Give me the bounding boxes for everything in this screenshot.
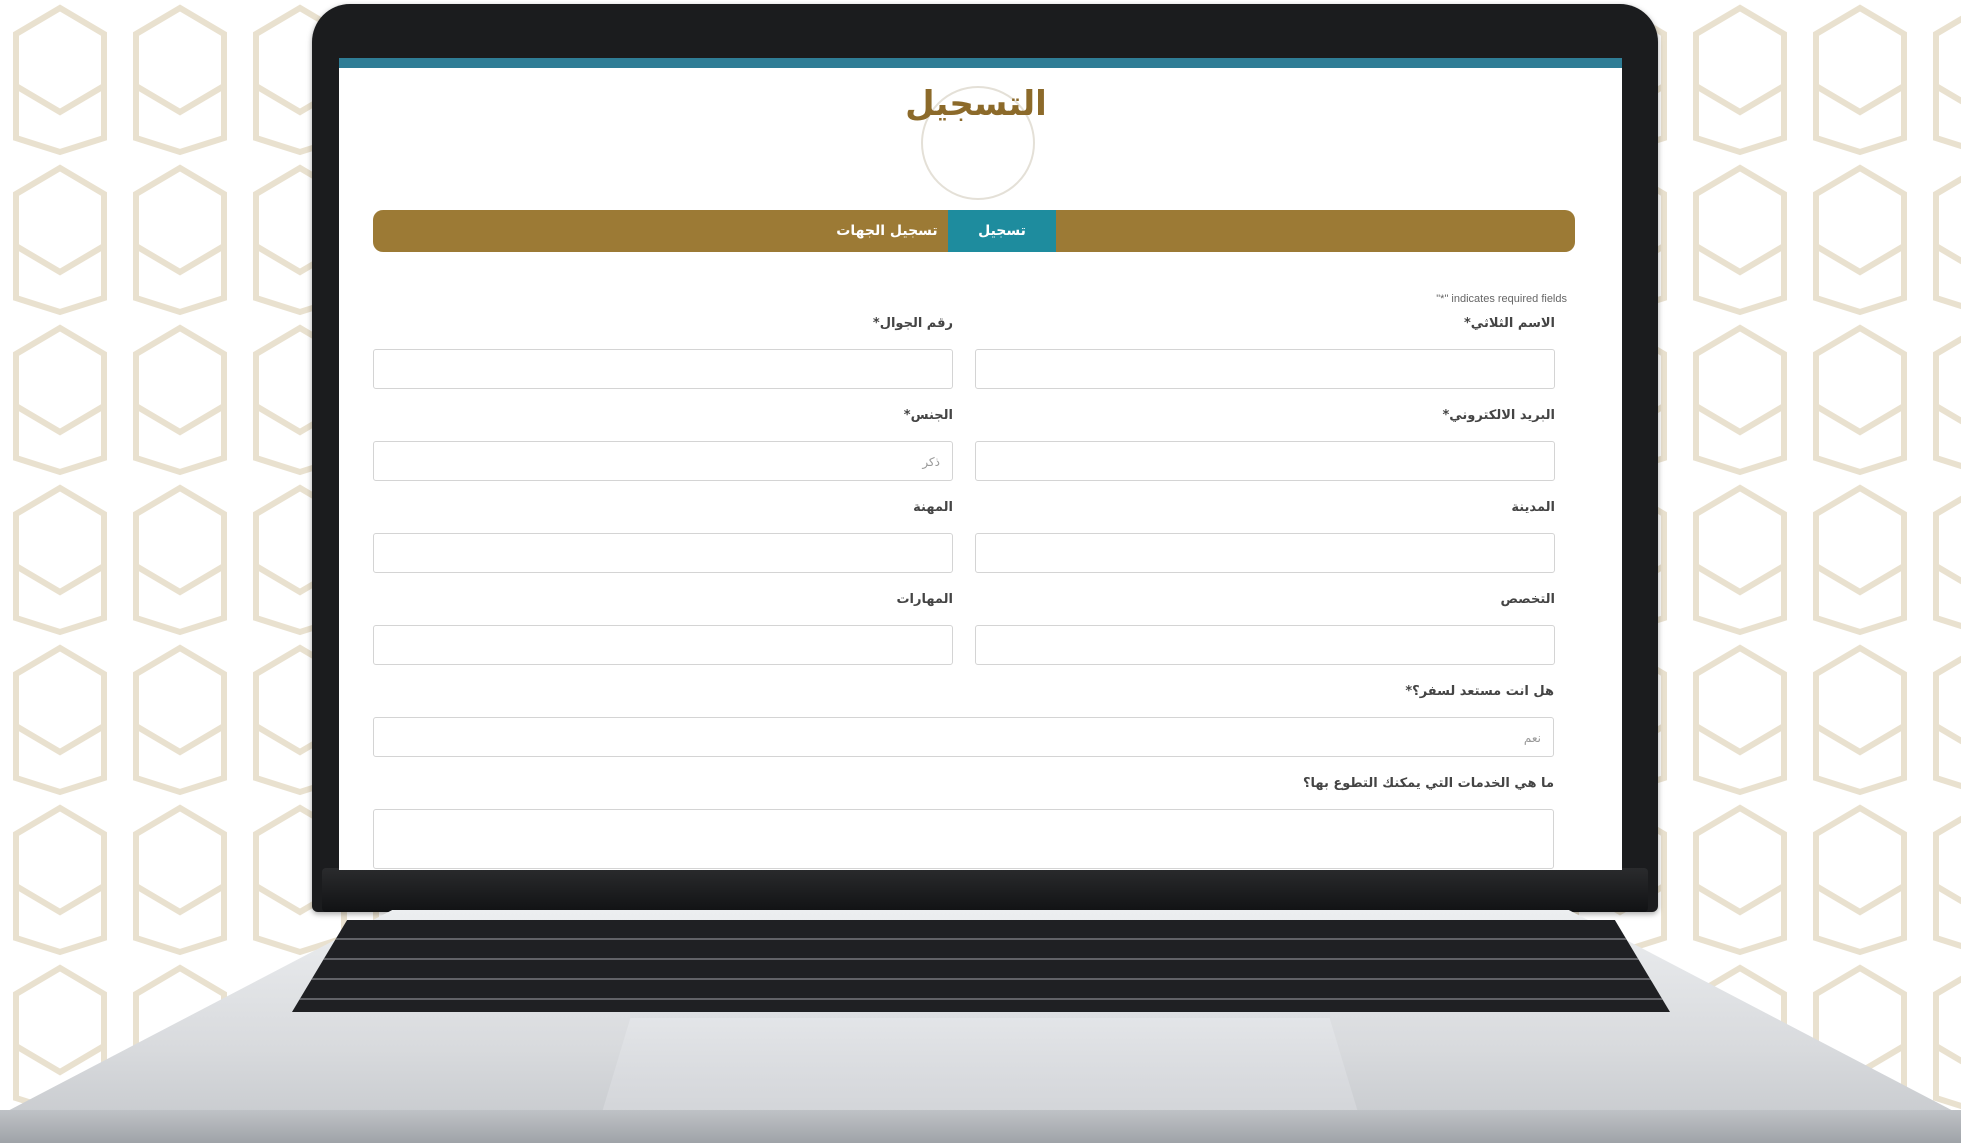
tab-volunteers-registration[interactable]: تسجيل المتطوعين [948, 210, 1056, 281]
logo: التسجيل [901, 76, 1051, 226]
required-fields-note: "*" indicates required fields [1436, 293, 1567, 305]
full-name-input[interactable] [975, 349, 1555, 389]
profession-group: المهنة [373, 500, 953, 573]
travel-ready-label: هل انت مستعد لسفر؟* [1405, 684, 1554, 699]
tab-entities-registration[interactable]: تسجيل الجهات [828, 210, 946, 252]
specialization-label: التخصص [1500, 592, 1555, 607]
laptop-trackpad [600, 1018, 1360, 1119]
registration-tab-bar: تسجيل المتطوعين تسجيل الجهات [373, 210, 1575, 281]
page-title: التسجيل [905, 84, 1047, 124]
full-name-group: الاسم الثلاثي* [975, 316, 1555, 389]
laptop-bezel [322, 868, 1648, 912]
gender-label: الجنس* [903, 408, 953, 423]
profession-label: المهنة [913, 500, 953, 515]
city-group: المدينة [975, 500, 1555, 573]
services-label: ما هي الخدمات التي يمكنك التطوع بها؟ [1302, 776, 1554, 791]
travel-ready-select[interactable]: نعم [373, 717, 1554, 757]
email-label: البريد الالكتروني* [1442, 408, 1555, 423]
laptop-keyboard [292, 920, 1670, 1012]
laptop-front-edge [0, 1110, 1961, 1143]
email-group: البريد الالكتروني* [975, 408, 1555, 481]
mobile-label: رقم الجوال* [872, 316, 953, 331]
skills-group: المهارات [373, 592, 953, 665]
profession-input[interactable] [373, 533, 953, 573]
mobile-input[interactable] [373, 349, 953, 389]
gender-group: الجنس* ذكر [373, 408, 953, 481]
email-input[interactable] [975, 441, 1555, 481]
services-group: ما هي الخدمات التي يمكنك التطوع بها؟ [373, 776, 1554, 869]
mobile-group: رقم الجوال* [373, 316, 953, 389]
full-name-label: الاسم الثلاثي* [1464, 316, 1555, 331]
skills-input[interactable] [373, 625, 953, 665]
services-textarea[interactable] [373, 809, 1554, 869]
travel-ready-group: هل انت مستعد لسفر؟* نعم [373, 684, 1554, 757]
browser-screen: التسجيل تسجيل المتطوعين تسجيل الجهات "*"… [339, 58, 1622, 870]
specialization-group: التخصص [975, 592, 1555, 665]
specialization-input[interactable] [975, 625, 1555, 665]
gender-select[interactable]: ذكر [373, 441, 953, 481]
skills-label: المهارات [896, 592, 953, 607]
city-input[interactable] [975, 533, 1555, 573]
city-label: المدينة [1511, 500, 1555, 515]
